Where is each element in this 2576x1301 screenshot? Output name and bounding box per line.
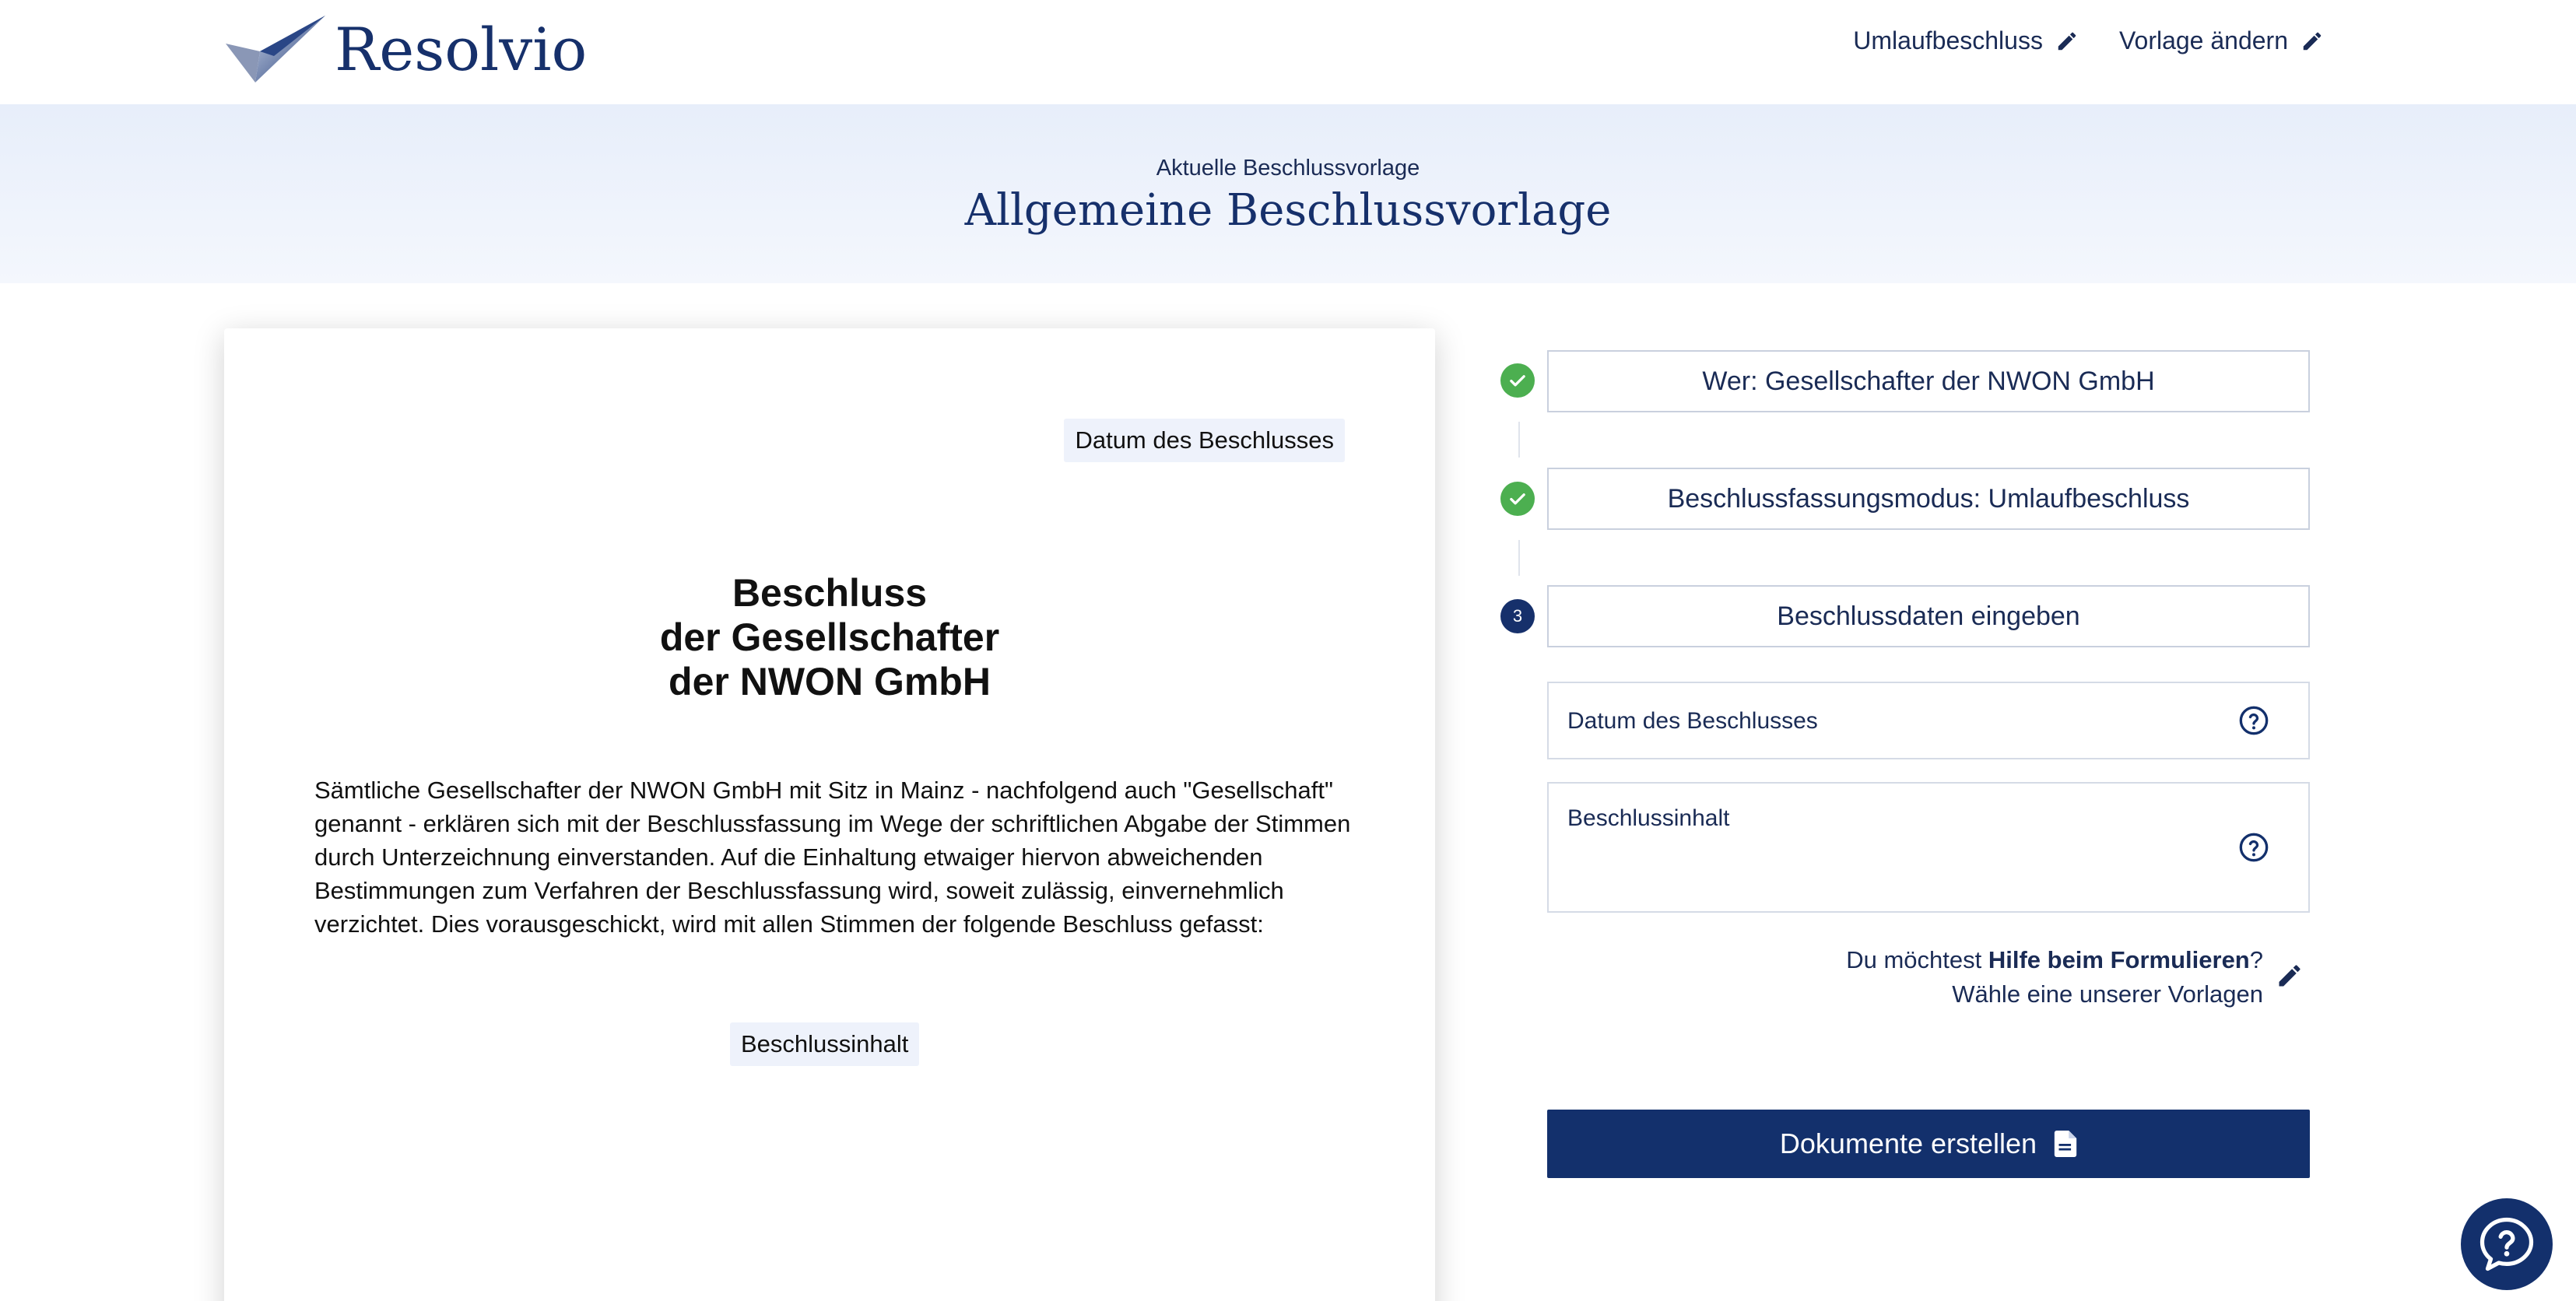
content-field[interactable]: Beschlussinhalt — [1547, 782, 2310, 913]
logo-text: Resolvio — [335, 14, 588, 84]
document-body: Sämtliche Gesellschafter der NWON GmbH m… — [314, 777, 1351, 938]
date-field-label: Datum des Beschlusses — [1567, 708, 1818, 734]
nav-umlaufbeschluss[interactable]: Umlaufbeschluss — [1853, 26, 2079, 55]
banner-subtitle: Aktuelle Beschlussvorlage — [1156, 156, 1420, 181]
nav-vorlage-aendern-label: Vorlage ändern — [2118, 26, 2288, 54]
hint-prefix: Du möchtest — [1846, 946, 1988, 973]
hint-bold: Hilfe beim Formulieren — [1988, 946, 2250, 973]
create-documents-button[interactable]: Dokumente erstellen — [1547, 1110, 2310, 1178]
top-bar: Resolvio Umlaufbeschluss Vorlage ändern — [0, 0, 2576, 104]
nav-umlaufbeschluss-label: Umlaufbeschluss — [1853, 26, 2043, 54]
pencil-icon — [2058, 32, 2076, 50]
step-connector — [1518, 540, 1520, 576]
template-banner: Aktuelle Beschlussvorlage Allgemeine Bes… — [0, 104, 2576, 283]
pencil-icon — [2303, 32, 2322, 50]
document-title-line: der Gesellschafter — [659, 615, 1000, 659]
hint-line-2: Wähle eine unserer Vorlagen — [1952, 980, 2263, 1008]
content-field-label: Beschlussinhalt — [1567, 805, 1730, 831]
pencil-icon[interactable] — [2276, 962, 2304, 990]
logo-checkmark-icon — [226, 16, 325, 82]
step-1-check-icon — [1500, 363, 1535, 398]
help-circle-icon[interactable] — [2238, 832, 2269, 863]
document-title: Beschluss der Gesellschafter der NWON Gm… — [224, 571, 1435, 704]
template-hint[interactable]: Du möchtest Hilfe beim Formulieren? Wähl… — [1846, 943, 2263, 1012]
step-3-data[interactable]: Beschlussdaten eingeben — [1547, 585, 2310, 647]
step-1-who[interactable]: Wer: Gesellschafter der NWON GmbH — [1547, 350, 2310, 412]
date-placeholder-chip: Datum des Beschlusses — [1064, 419, 1345, 462]
hint-suffix: ? — [2249, 946, 2263, 973]
content-placeholder-chip: Beschlussinhalt — [730, 1022, 920, 1066]
document-title-line: der NWON GmbH — [669, 660, 991, 703]
step-3-number-badge: 3 — [1500, 599, 1535, 633]
document-preview: Datum des Beschlusses Beschluss der Gese… — [224, 328, 1435, 1301]
hint-line-1: Du möchtest Hilfe beim Formulieren? — [1846, 943, 2263, 977]
create-documents-label: Dokumente erstellen — [1779, 1127, 2037, 1159]
help-circle-icon[interactable] — [2238, 705, 2269, 736]
step-connector — [1518, 422, 1520, 458]
help-chat-button[interactable] — [2461, 1198, 2553, 1290]
step-2-mode[interactable]: Beschlussfassungsmodus: Umlaufbeschluss — [1547, 468, 2310, 530]
nav-vorlage-aendern[interactable]: Vorlage ändern — [2119, 26, 2324, 55]
step-2-check-icon — [1500, 482, 1535, 516]
logo[interactable]: Resolvio — [226, 14, 587, 84]
date-field[interactable]: Datum des Beschlusses — [1547, 682, 2310, 759]
document-icon — [2054, 1131, 2077, 1157]
help-chat-icon — [2479, 1217, 2534, 1271]
document-title-line: Beschluss — [732, 571, 928, 615]
page-title: Allgemeine Beschlussvorlage — [964, 185, 1612, 236]
header-nav: Umlaufbeschluss Vorlage ändern — [1853, 26, 2324, 55]
